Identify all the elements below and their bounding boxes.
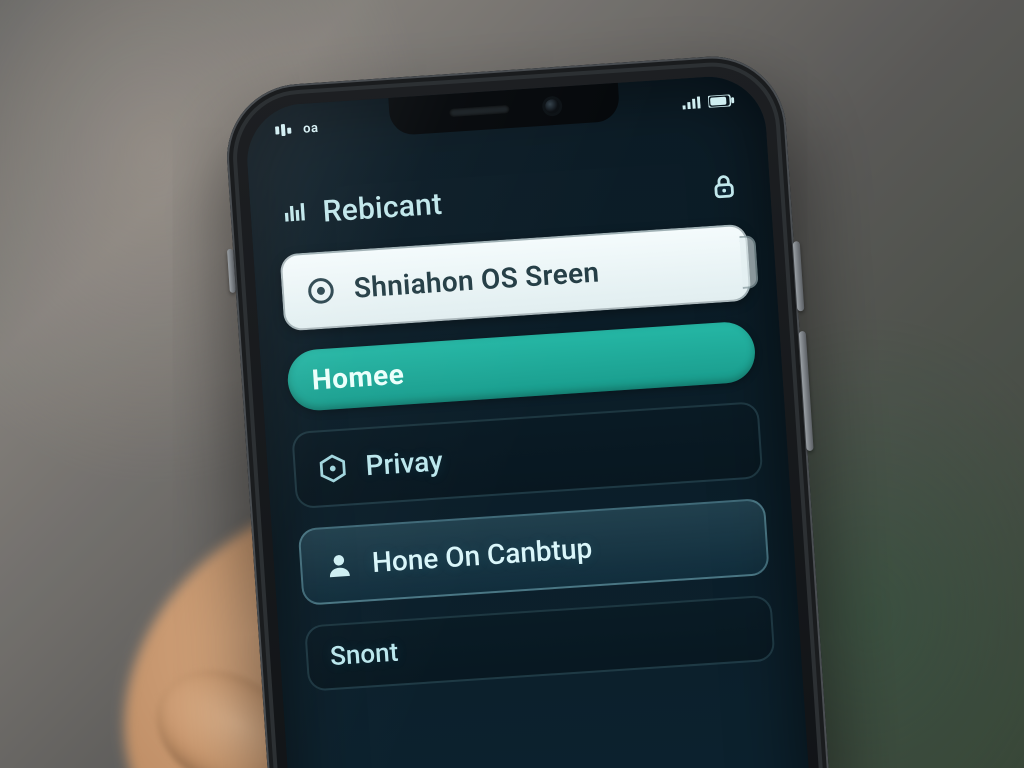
hexagon-icon	[317, 452, 349, 484]
target-icon	[305, 274, 337, 306]
home-pill[interactable]: Homee	[286, 320, 757, 412]
menu-item-snont[interactable]: Snont	[304, 595, 775, 692]
person-icon	[323, 549, 355, 581]
signal-icon	[682, 96, 701, 109]
lock-icon[interactable]	[709, 171, 739, 201]
phone-screen: oa Rebicant	[244, 73, 826, 768]
menu-item-home-on-label: Hone On Canbtup	[371, 532, 593, 580]
battery-icon	[708, 94, 735, 108]
equalizer-icon	[282, 200, 310, 228]
carrier-dots-icon	[275, 123, 296, 136]
menu-item-privacy-label: Privay	[365, 444, 444, 482]
app-header: Rebicant	[275, 163, 745, 235]
search-card[interactable]: Shniahon OS Sreen	[279, 224, 751, 332]
menu-item-privacy[interactable]: Privay	[291, 401, 763, 509]
phone-frame: oa Rebicant	[222, 52, 847, 768]
app-title: Rebicant	[322, 187, 444, 230]
home-pill-label: Homee	[311, 358, 406, 397]
menu-item-snont-label: Snont	[329, 638, 399, 672]
status-left-text: oa	[303, 120, 319, 136]
search-label: Shniahon OS Sreen	[353, 255, 601, 304]
menu-item-home-on[interactable]: Hone On Canbtup	[298, 498, 770, 606]
